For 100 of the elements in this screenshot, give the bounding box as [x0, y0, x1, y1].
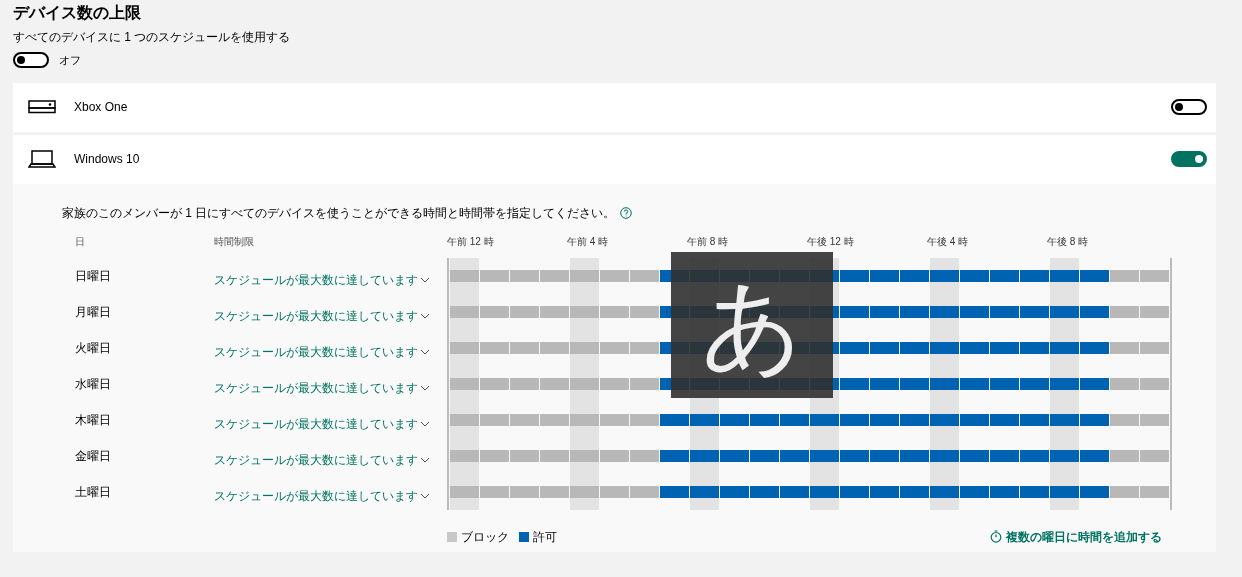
hour-block[interactable] [1050, 449, 1079, 462]
hour-block[interactable] [990, 305, 1019, 318]
hour-block[interactable] [960, 341, 989, 354]
hour-block[interactable] [900, 305, 929, 318]
hour-block[interactable] [990, 485, 1019, 498]
hour-block[interactable] [900, 269, 929, 282]
device-toggle[interactable] [1171, 151, 1207, 167]
hour-block[interactable] [990, 269, 1019, 282]
chevron-down-icon [420, 420, 430, 427]
hour-block[interactable] [1050, 377, 1079, 390]
hour-block[interactable] [930, 305, 959, 318]
hour-block[interactable] [990, 341, 1019, 354]
hour-block[interactable] [690, 485, 719, 498]
hour-block[interactable] [930, 413, 959, 426]
hour-block[interactable] [840, 449, 869, 462]
legend-label: 許可 [533, 528, 558, 546]
hour-block[interactable] [660, 413, 689, 426]
hour-block[interactable] [1020, 341, 1049, 354]
hour-block[interactable] [750, 449, 779, 462]
hour-block[interactable] [870, 305, 899, 318]
hour-block[interactable] [1050, 269, 1079, 282]
hour-block[interactable] [1020, 269, 1049, 282]
hour-block[interactable] [870, 413, 899, 426]
hour-block[interactable] [960, 305, 989, 318]
hour-block[interactable] [780, 485, 809, 498]
hour-block[interactable] [840, 269, 869, 282]
hour-block[interactable] [900, 413, 929, 426]
hour-block[interactable] [840, 341, 869, 354]
hour-block[interactable] [660, 485, 689, 498]
hour-block[interactable] [840, 305, 869, 318]
hour-block[interactable] [690, 449, 719, 462]
add-time-link[interactable]: 複数の曜日に時間を追加する [990, 527, 1162, 546]
hour-block[interactable] [1080, 413, 1109, 426]
schedule-dropdown[interactable]: スケジュールが最大数に達しています [214, 306, 430, 325]
hour-block[interactable] [1050, 341, 1079, 354]
hour-block[interactable] [840, 485, 869, 498]
hour-block[interactable] [870, 485, 899, 498]
device-toggle[interactable] [1171, 99, 1207, 115]
hour-block[interactable] [1080, 449, 1109, 462]
hour-block[interactable] [690, 413, 719, 426]
hour-block[interactable] [780, 449, 809, 462]
day-name: 木曜日 [74, 411, 112, 429]
hour-block[interactable] [1080, 341, 1109, 354]
schedule-dropdown[interactable]: スケジュールが最大数に達しています [214, 450, 430, 469]
hour-block[interactable] [870, 269, 899, 282]
schedule-dropdown[interactable]: スケジュールが最大数に達しています [214, 342, 430, 361]
hour-block[interactable] [1020, 413, 1049, 426]
hour-block[interactable] [960, 413, 989, 426]
hour-block[interactable] [1080, 269, 1109, 282]
hour-block[interactable] [870, 449, 899, 462]
day-name: 金曜日 [74, 447, 112, 465]
hour-block[interactable] [990, 377, 1019, 390]
hour-block[interactable] [1080, 485, 1109, 498]
hour-block[interactable] [870, 341, 899, 354]
hour-block[interactable] [1080, 377, 1109, 390]
hour-block[interactable] [1020, 485, 1049, 498]
hour-block[interactable] [870, 377, 899, 390]
day-name: 水曜日 [74, 375, 112, 393]
hour-block[interactable] [960, 269, 989, 282]
hour-block[interactable] [960, 377, 989, 390]
hour-block[interactable] [930, 449, 959, 462]
hour-block[interactable] [720, 413, 749, 426]
hour-block[interactable] [780, 413, 809, 426]
hour-block[interactable] [810, 413, 839, 426]
schedule-dropdown[interactable]: スケジュールが最大数に達しています [214, 414, 430, 433]
device-row[interactable]: Windows 10 [13, 134, 1216, 184]
toggle-switch[interactable] [13, 52, 49, 69]
schedule-dropdown[interactable]: スケジュールが最大数に達しています [214, 378, 430, 397]
hour-block[interactable] [900, 377, 929, 390]
hour-block[interactable] [1020, 449, 1049, 462]
hour-block[interactable] [1020, 377, 1049, 390]
hour-block[interactable] [660, 449, 689, 462]
schedule-dropdown[interactable]: スケジュールが最大数に達しています [214, 486, 430, 505]
schedule-dropdown[interactable]: スケジュールが最大数に達しています [214, 270, 430, 289]
hour-block[interactable] [840, 377, 869, 390]
hour-block[interactable] [1020, 305, 1049, 318]
hour-block[interactable] [750, 485, 779, 498]
device-row[interactable]: Xbox One [13, 82, 1216, 132]
hour-block[interactable] [810, 485, 839, 498]
hour-block[interactable] [1050, 485, 1079, 498]
hour-block[interactable] [960, 485, 989, 498]
hour-block[interactable] [1080, 305, 1109, 318]
hour-block[interactable] [720, 485, 749, 498]
hour-block[interactable] [930, 269, 959, 282]
hour-block[interactable] [1050, 305, 1079, 318]
hour-block[interactable] [930, 485, 959, 498]
hour-block[interactable] [930, 377, 959, 390]
hour-block[interactable] [750, 413, 779, 426]
hour-block[interactable] [990, 413, 1019, 426]
hour-block[interactable] [990, 449, 1019, 462]
hour-block[interactable] [900, 485, 929, 498]
hour-block[interactable] [960, 449, 989, 462]
hour-block[interactable] [1050, 413, 1079, 426]
hour-block[interactable] [900, 449, 929, 462]
hour-block[interactable] [720, 449, 749, 462]
hour-block[interactable] [840, 413, 869, 426]
help-icon[interactable] [620, 206, 633, 219]
hour-block[interactable] [810, 449, 839, 462]
hour-block[interactable] [930, 341, 959, 354]
hour-block[interactable] [900, 341, 929, 354]
